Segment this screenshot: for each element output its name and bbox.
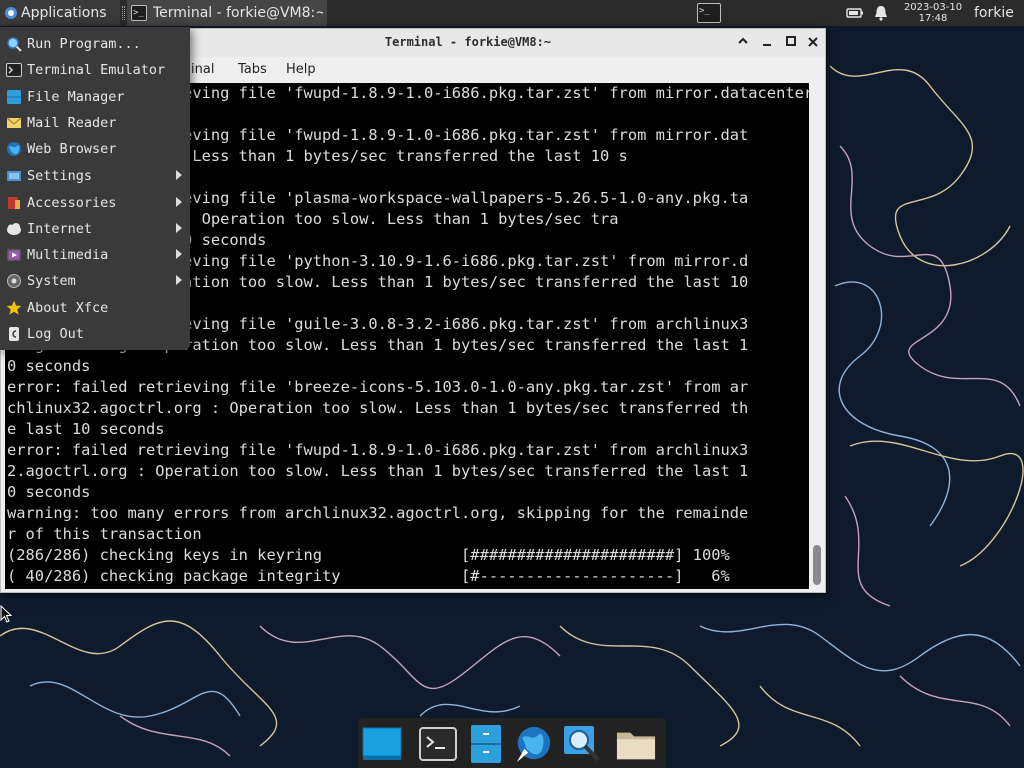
logout-icon xyxy=(6,326,22,342)
mouse-cursor-icon xyxy=(0,605,12,623)
terminal-line: 0 seconds xyxy=(7,357,91,375)
menu-item-label: File Manager xyxy=(27,89,125,105)
file-manager-icon xyxy=(471,725,501,763)
dock-terminal[interactable] xyxy=(418,724,458,764)
dock-file-manager[interactable] xyxy=(466,724,506,764)
globe-icon xyxy=(6,141,22,157)
applications-menu: Run Program... Terminal Emulator File Mana… xyxy=(0,27,190,350)
menu-item-file-manager[interactable]: File Manager xyxy=(0,84,190,110)
terminal-line: 2.agoctrl.org : Operation too slow. Less… xyxy=(7,462,749,480)
terminal-line: e last 10 seconds xyxy=(7,420,165,438)
submenu-arrow-icon xyxy=(176,197,182,207)
folder-icon xyxy=(616,732,656,760)
xfce-logo-icon xyxy=(5,7,17,19)
menu-item-label: Run Program... xyxy=(27,36,141,52)
dock-app-finder[interactable] xyxy=(562,724,602,764)
submenu-arrow-icon xyxy=(176,170,182,180)
app-finder-icon xyxy=(564,726,600,762)
terminal-line: chlinux32.agoctrl.org : Operation too sl… xyxy=(7,399,749,417)
minimize-button[interactable] xyxy=(758,34,776,52)
mail-icon xyxy=(6,115,22,131)
scrollbar-thumb[interactable] xyxy=(813,545,821,585)
menu-item-log-out[interactable]: Log Out xyxy=(0,321,190,347)
menu-terminal[interactable]: inal xyxy=(191,62,214,77)
terminal-scrollbar[interactable] xyxy=(811,83,823,589)
system-icon xyxy=(6,273,22,289)
internet-icon xyxy=(6,221,22,237)
menu-item-label: Multimedia xyxy=(27,247,109,263)
menu-item-label: System xyxy=(27,273,76,289)
clock-time: 17:48 xyxy=(918,13,948,24)
terminal-line: 0 seconds xyxy=(7,483,91,501)
menu-item-multimedia[interactable]: Multimedia xyxy=(0,242,190,268)
notification-bell-icon[interactable] xyxy=(872,0,890,26)
menu-item-run-program[interactable]: Run Program... xyxy=(0,31,190,57)
menu-item-web-browser[interactable]: Web Browser xyxy=(0,136,190,162)
maximize-icon xyxy=(786,36,796,46)
menu-item-label: Terminal Emulator xyxy=(27,62,166,78)
terminal-icon: >_ xyxy=(131,5,147,21)
panel-separator xyxy=(119,0,127,26)
clock[interactable]: 2023-03-10 17:48 xyxy=(900,0,966,26)
multimedia-icon xyxy=(6,247,22,263)
menu-tabs[interactable]: Tabs xyxy=(238,62,267,77)
menu-item-terminal-emulator[interactable]: Terminal Emulator xyxy=(0,57,190,83)
show-desktop-icon xyxy=(362,727,402,760)
close-icon xyxy=(808,37,818,47)
chevron-up-icon xyxy=(738,37,748,44)
submenu-arrow-icon xyxy=(176,275,182,285)
menu-item-accessories[interactable]: Accessories xyxy=(0,190,190,216)
top-panel: Applications >_ Terminal - forkie@VM8:~ … xyxy=(0,0,1024,26)
menu-item-label: Mail Reader xyxy=(27,115,117,131)
menu-item-label: About Xfce xyxy=(27,300,109,316)
dock-web-browser[interactable] xyxy=(513,724,553,764)
menu-item-system[interactable]: System xyxy=(0,268,190,294)
menu-item-internet[interactable]: Internet xyxy=(0,216,190,242)
maximize-button[interactable] xyxy=(782,34,800,52)
user-menu-button[interactable]: forkie xyxy=(974,0,1024,26)
menu-item-settings[interactable]: Settings xyxy=(0,163,190,189)
menu-item-mail-reader[interactable]: Mail Reader xyxy=(0,110,190,136)
minimize-icon xyxy=(763,44,771,46)
terminal-icon: >_ xyxy=(697,3,721,23)
settings-icon xyxy=(6,168,22,184)
web-browser-icon xyxy=(516,726,551,763)
menu-item-label: Internet xyxy=(27,221,93,237)
star-icon xyxy=(6,300,22,316)
submenu-arrow-icon xyxy=(176,223,182,233)
terminal-line: r of this transaction xyxy=(7,525,202,543)
user-label: forkie xyxy=(974,5,1014,21)
dock-show-desktop[interactable] xyxy=(362,724,402,764)
submenu-arrow-icon xyxy=(176,249,182,259)
terminal-line: warning: too many errors from archlinux3… xyxy=(7,504,749,522)
terminal-line: error: failed retrieving file 'breeze-ic… xyxy=(7,378,749,396)
menu-help[interactable]: Help xyxy=(286,62,316,77)
applications-label: Applications xyxy=(21,5,107,21)
terminal-launcher-button[interactable]: >_ xyxy=(695,0,723,26)
terminal-icon xyxy=(419,727,457,761)
clock-date: 2023-03-10 xyxy=(903,2,963,13)
terminal-line: ( 40/286) checking package integrity [#-… xyxy=(7,567,730,585)
battery-icon[interactable] xyxy=(845,0,865,26)
dock xyxy=(358,718,666,768)
terminal-icon xyxy=(6,62,22,78)
terminal-line: error: failed retrieving file 'fwupd-1.8… xyxy=(7,441,749,459)
shade-button[interactable] xyxy=(734,34,752,52)
menu-item-about-xfce[interactable]: About Xfce xyxy=(0,295,190,321)
run-icon xyxy=(6,36,22,52)
menu-item-label: Accessories xyxy=(27,195,117,211)
close-button[interactable] xyxy=(804,34,822,52)
dock-folder[interactable] xyxy=(616,724,656,764)
menu-item-label: Web Browser xyxy=(27,141,117,157)
taskbar-terminal-button[interactable]: >_ Terminal - forkie@VM8:~ xyxy=(127,0,327,26)
accessories-icon xyxy=(6,195,22,211)
terminal-line: (286/286) checking keys in keyring [####… xyxy=(7,546,730,564)
applications-menu-button[interactable]: Applications xyxy=(0,0,120,26)
menu-item-label: Log Out xyxy=(27,326,84,342)
taskbar-terminal-label: Terminal - forkie@VM8:~ xyxy=(153,5,323,21)
menu-item-label: Settings xyxy=(27,168,93,184)
file-manager-icon xyxy=(6,89,22,105)
